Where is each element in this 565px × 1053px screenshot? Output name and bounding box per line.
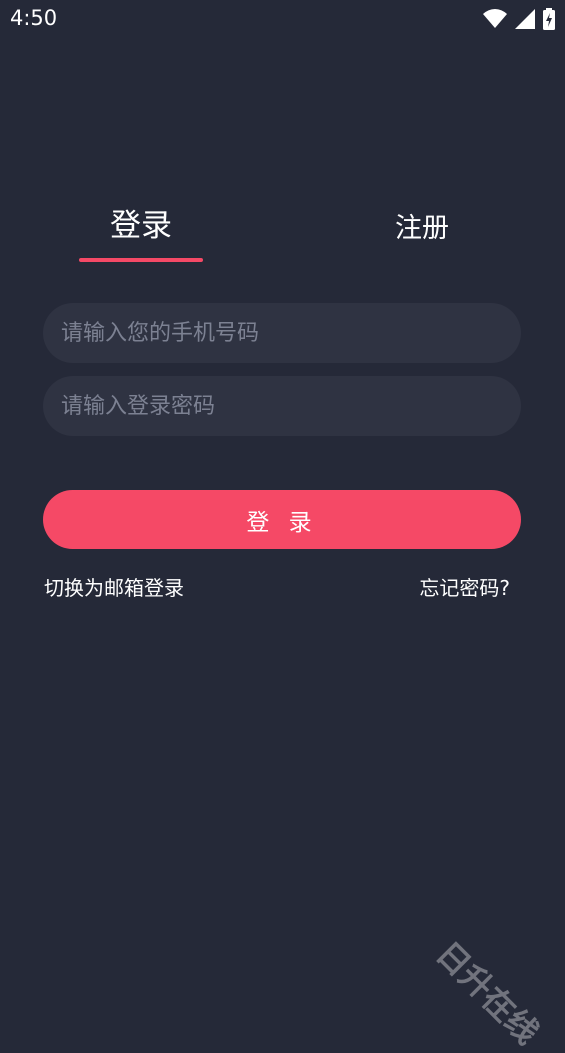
phone-field (43, 303, 521, 363)
watermark: 日升在线 (428, 934, 547, 1052)
status-icons (483, 8, 555, 30)
forgot-password-link[interactable]: 忘记密码? (419, 572, 510, 601)
tab-register[interactable]: 注册 (360, 206, 484, 245)
phone-input[interactable] (43, 303, 521, 363)
status-time: 4:50 (10, 6, 58, 30)
battery-charging-icon (543, 8, 555, 30)
login-button[interactable]: 登 录 (43, 490, 521, 549)
password-input[interactable] (43, 376, 521, 436)
switch-email-login-link[interactable]: 切换为邮箱登录 (44, 572, 184, 601)
password-field (43, 376, 521, 436)
auth-tabs: 登录 注册 (0, 200, 565, 270)
wifi-icon (483, 9, 507, 29)
signal-icon (515, 9, 535, 29)
status-bar: 4:50 (0, 0, 565, 38)
tab-login[interactable]: 登录 (79, 200, 203, 245)
active-tab-indicator (79, 258, 203, 262)
